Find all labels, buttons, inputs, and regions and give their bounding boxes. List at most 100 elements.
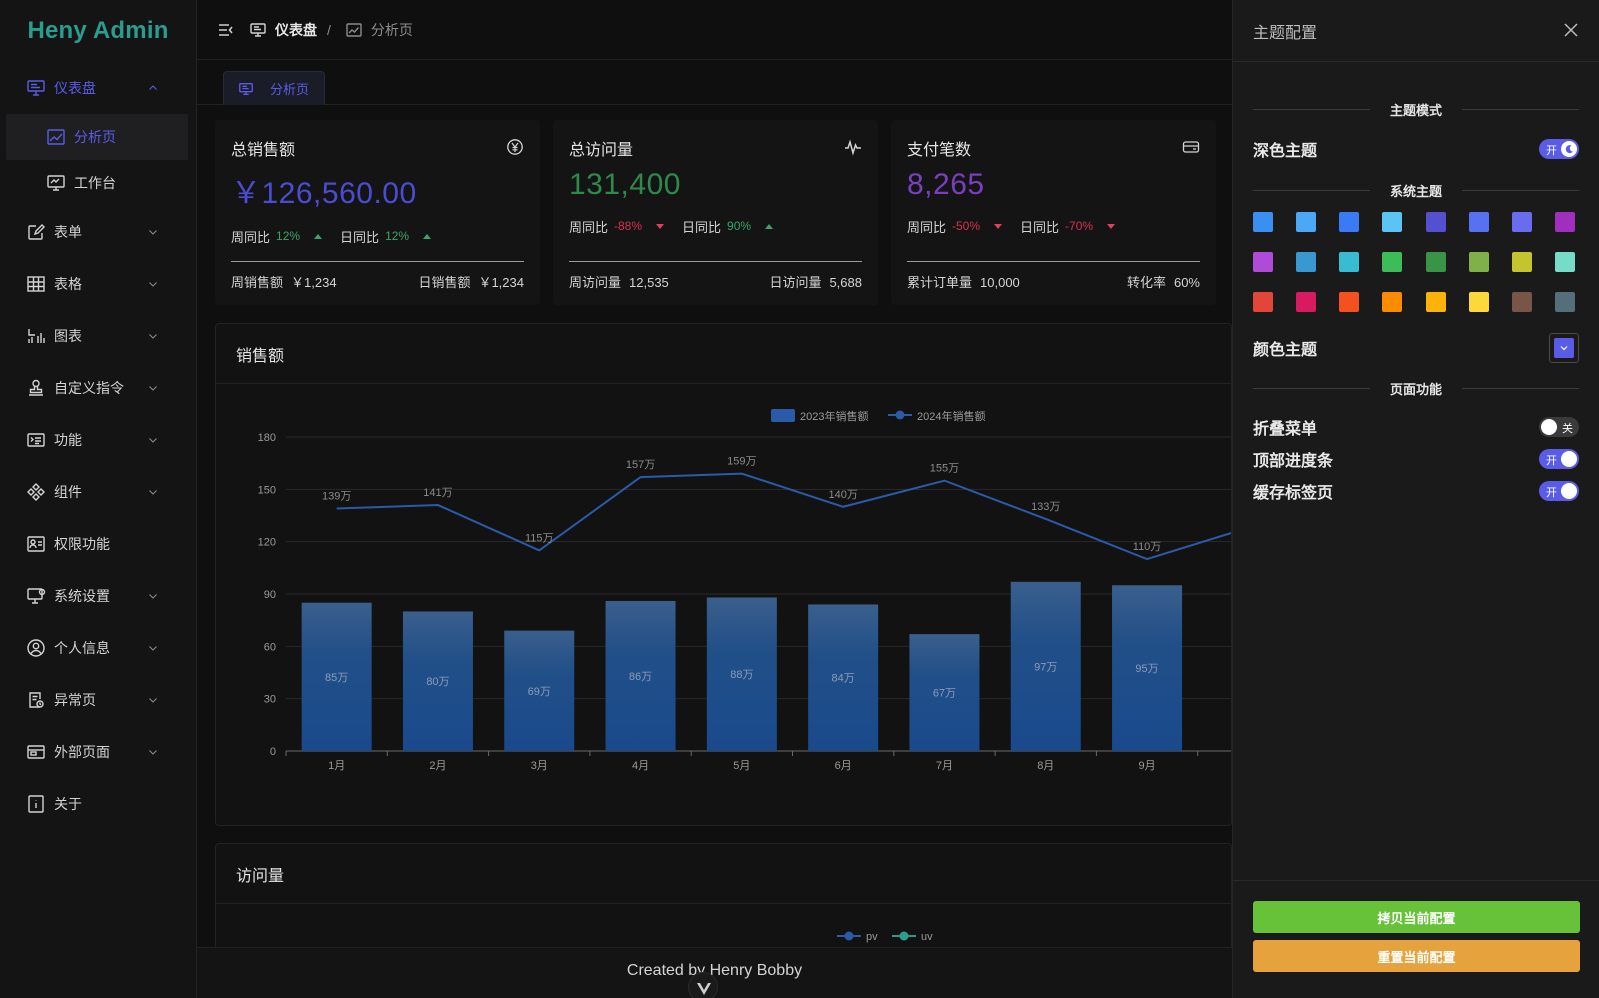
stat-footer: 周销售额 ￥1,234 日销售额 ￥1,234 — [231, 261, 524, 301]
permission-icon — [26, 534, 46, 554]
setting-cache-tabs: 缓存标签页 开 — [1253, 479, 1579, 503]
setting-label: 深色主题 — [1253, 143, 1318, 160]
theme-swatch[interactable] — [1468, 252, 1489, 272]
stat-card: 支付笔数 8,265 周同比 -50% 日同比 -70% 累计订单量 10,000 转化率 60% — [891, 120, 1216, 305]
setting-collapse-menu: 折叠菜单 关 — [1253, 415, 1579, 439]
sidebar-item-9[interactable]: 个人信息 — [0, 622, 196, 674]
x-tick-label: 8月 — [1037, 760, 1054, 772]
setting-label: 顶部进度条 — [1253, 453, 1334, 470]
sidebar-item-4[interactable]: 自定义指令 — [0, 362, 196, 414]
theme-swatch[interactable] — [1382, 212, 1403, 232]
y-tick-label: 60 — [264, 641, 276, 653]
theme-swatch[interactable] — [1554, 292, 1575, 312]
theme-swatch[interactable] — [1425, 252, 1446, 272]
table-icon — [26, 274, 46, 294]
copy-config-button[interactable]: 拷贝当前配置 — [1253, 901, 1580, 933]
trend-up-icon — [314, 233, 323, 239]
theme-swatch[interactable] — [1425, 292, 1446, 312]
theme-swatch[interactable] — [1339, 212, 1360, 232]
close-icon[interactable] — [1563, 22, 1579, 38]
chart-image-icon — [46, 127, 66, 147]
theme-swatch[interactable] — [1296, 292, 1317, 312]
theme-swatch[interactable] — [1253, 212, 1273, 232]
sidebar-item-7[interactable]: 权限功能 — [0, 518, 196, 570]
section-title: 系统主题 — [1390, 183, 1443, 199]
tab-analysis[interactable]: 分析页 — [223, 71, 325, 105]
sidebar-item-3[interactable]: 图表 — [0, 310, 196, 362]
collapse-menu-toggle[interactable]: 关 — [1539, 417, 1579, 437]
legend-label: uv — [921, 931, 933, 943]
theme-swatch[interactable] — [1253, 292, 1273, 312]
theme-swatch[interactable] — [1554, 252, 1575, 272]
reset-config-button[interactable]: 重置当前配置 — [1253, 940, 1580, 972]
foot-right: 日访问量 5,688 — [769, 272, 862, 291]
bar-value-label: 69万 — [528, 686, 551, 698]
chevron-down-icon — [148, 435, 158, 445]
theme-swatch[interactable] — [1425, 212, 1446, 232]
sidebar-item-8[interactable]: 系统设置 — [0, 570, 196, 622]
foot-left: 周销售额 ￥1,234 — [231, 272, 337, 291]
sidebar-item-0[interactable]: 仪表盘 — [0, 62, 196, 114]
sidebar-item-12[interactable]: 关于 — [0, 778, 196, 830]
bar-value-label: 84万 — [832, 673, 855, 685]
foot-right: 转化率 60% — [1127, 272, 1200, 291]
stat-card: 总销售额 ￥126,560.00 周同比 12% 日同比 12% 周销售额 ￥1,234 日销售… — [215, 120, 540, 305]
color-picker[interactable] — [1549, 333, 1579, 363]
sidebar-item-5[interactable]: 功能 — [0, 414, 196, 466]
theme-swatch[interactable] — [1511, 292, 1532, 312]
sidebar-item-label: 个人信息 — [54, 640, 110, 656]
theme-swatch[interactable] — [1382, 252, 1403, 272]
dark-theme-toggle[interactable]: 开 — [1539, 139, 1579, 159]
sidebar-subitem-1[interactable]: 工作台 — [0, 160, 196, 206]
sidebar-item-6[interactable]: 组件 — [0, 466, 196, 518]
theme-swatch[interactable] — [1468, 212, 1489, 232]
setting-color-theme: 颜色主题 — [1253, 333, 1579, 363]
theme-swatch[interactable] — [1296, 252, 1317, 272]
breadcrumb-analysis[interactable]: 分析页 — [345, 20, 413, 40]
day-percent: 12% — [385, 229, 410, 243]
trend-up-icon — [765, 223, 774, 229]
sidebar-item-label: 自定义指令 — [54, 380, 124, 396]
theme-swatch[interactable] — [1554, 212, 1575, 232]
sidebar-item-11[interactable]: 外部页面 — [0, 726, 196, 778]
foot-right-label: 转化率 — [1126, 275, 1166, 290]
theme-swatch[interactable] — [1339, 252, 1360, 272]
y-tick-label: 120 — [258, 537, 276, 549]
drawer-header: 主题配置 — [1233, 0, 1599, 62]
foot-left: 累计订单量 10,000 — [907, 272, 1020, 291]
theme-swatch[interactable] — [1468, 292, 1489, 312]
foot-right-label: 日访问量 — [769, 275, 822, 290]
theme-swatch[interactable] — [1296, 212, 1317, 232]
menu-fold-icon[interactable] — [217, 21, 235, 39]
toggle-text: 开 — [1546, 487, 1557, 499]
breadcrumb-dashboard[interactable]: 仪表盘 — [249, 20, 317, 40]
sidebar-item-1[interactable]: 表单 — [0, 206, 196, 258]
setting-label: 缓存标签页 — [1253, 485, 1334, 502]
setting-label: 折叠菜单 — [1253, 421, 1318, 438]
swatch-row — [1253, 292, 1575, 312]
sales-panel-title: 销售额 — [216, 324, 1231, 384]
sidebar-item-10[interactable]: 异常页 — [0, 674, 196, 726]
theme-swatch[interactable] — [1511, 212, 1532, 232]
sidebar-subitem-0[interactable]: 分析页 — [6, 114, 188, 160]
toggle-knob — [1561, 451, 1577, 467]
foot-right: 日销售额 ￥1,234 — [418, 272, 524, 291]
stat-value: ￥126,560.00 — [231, 177, 417, 210]
sidebar-item-2[interactable]: 表格 — [0, 258, 196, 310]
day-label: 日同比 — [340, 229, 380, 245]
theme-swatch[interactable] — [1382, 292, 1403, 312]
top-progress-toggle[interactable]: 开 — [1539, 449, 1579, 469]
cache-tabs-toggle[interactable]: 开 — [1539, 481, 1579, 501]
exception-icon — [26, 690, 46, 710]
foot-left-label: 累计订单量 — [907, 275, 973, 290]
theme-swatch[interactable] — [1253, 252, 1273, 272]
foot-left-label: 周销售额 — [231, 275, 284, 290]
day-percent: -70% — [1065, 219, 1094, 233]
chevron-down-icon — [148, 487, 158, 497]
chevron-down-icon — [148, 695, 158, 705]
legend-item-pv[interactable]: pv — [837, 931, 878, 943]
theme-swatch[interactable] — [1511, 252, 1532, 272]
theme-swatch[interactable] — [1339, 292, 1360, 312]
app-logo[interactable]: Heny Admin — [0, 0, 196, 62]
legend-item-uv[interactable]: uv — [892, 931, 933, 943]
